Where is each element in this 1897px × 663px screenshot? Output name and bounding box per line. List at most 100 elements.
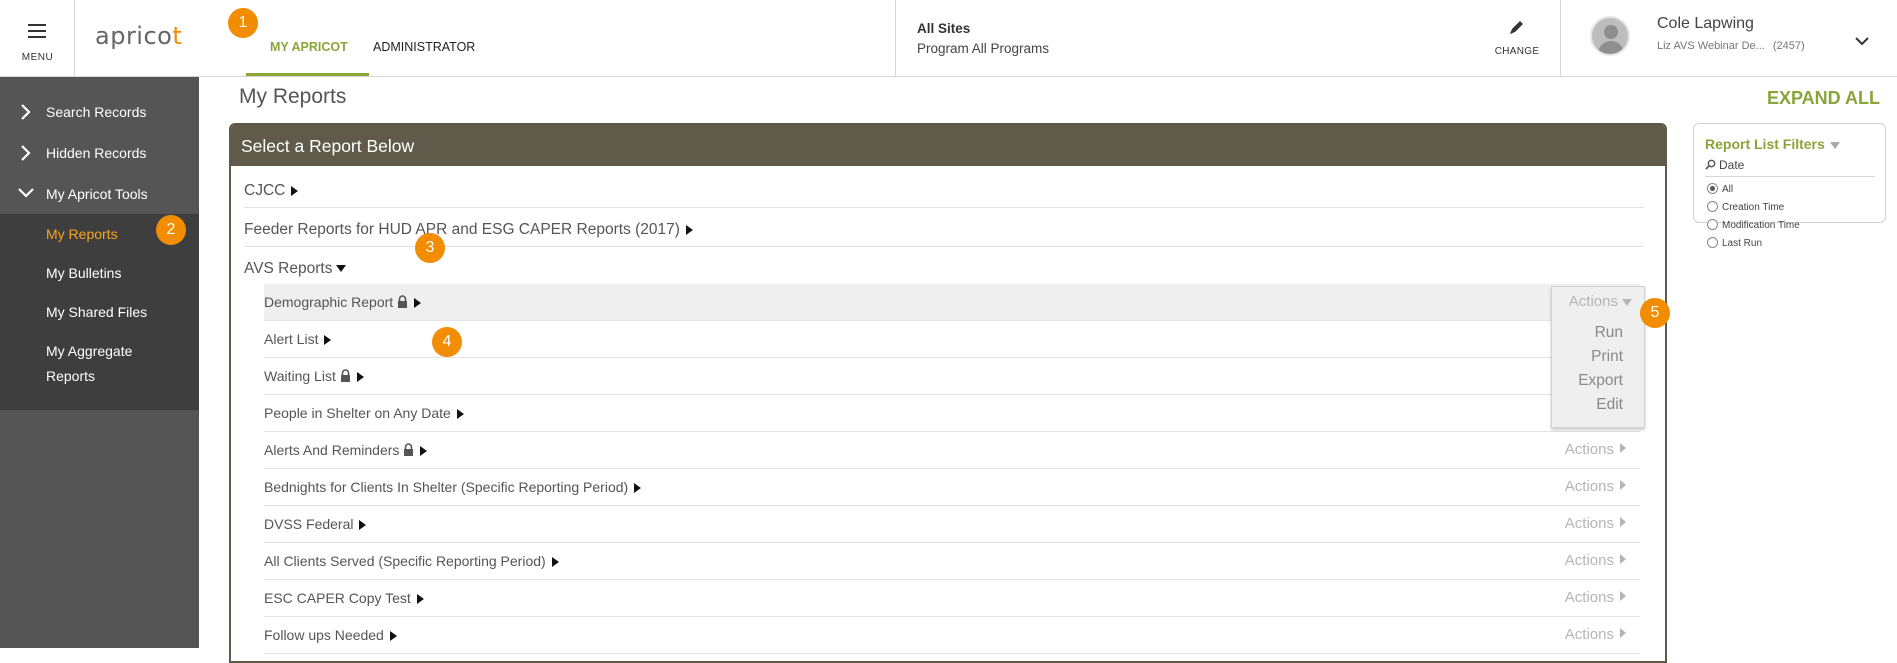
reports-panel: Select a Report Below CJCC Feeder Report… [229, 123, 1667, 663]
report-group-cjcc[interactable]: CJCC [244, 182, 299, 200]
menu-button[interactable]: MENU [0, 0, 75, 76]
change-button[interactable]: CHANGE [1492, 18, 1542, 57]
tab-administrator[interactable]: ADMINISTRATOR [373, 40, 475, 54]
step-badge: 3 [415, 233, 445, 263]
report-link[interactable]: Alerts And Reminders [264, 442, 428, 458]
chevron-right-icon [21, 145, 31, 161]
action-run[interactable]: Run [1595, 324, 1623, 342]
actions-button[interactable]: Actions [1565, 478, 1626, 495]
chevron-right-icon [21, 104, 31, 120]
filter-option-last-run[interactable]: Last Run [1707, 237, 1762, 249]
report-link[interactable]: Alert List [264, 331, 332, 347]
report-group-feeder[interactable]: Feeder Reports for HUD APR and ESG CAPER… [244, 221, 693, 239]
arrow-right-icon [1620, 554, 1626, 564]
sidebar-item-label: My Apricot Tools [46, 186, 148, 202]
actions-button[interactable]: Actions [1565, 515, 1626, 532]
actions-button[interactable]: Actions [1565, 552, 1626, 569]
radio-icon [1707, 237, 1718, 248]
collapse-arrow-icon [336, 265, 347, 273]
chevron-down-icon [1622, 298, 1632, 306]
report-group-avs[interactable]: AVS Reports [244, 260, 347, 278]
step-badge: 4 [432, 327, 462, 357]
filters-title[interactable]: Report List Filters [1705, 136, 1840, 152]
arrow-right-icon [1620, 443, 1626, 453]
sidebar-item-my-bulletins[interactable]: My Bulletins [46, 261, 186, 286]
report-link[interactable]: DVSS Federal [264, 516, 367, 532]
step-badge: 2 [156, 215, 186, 245]
tab-my-apricot[interactable]: MY APRICOT [270, 40, 348, 54]
report-row: DVSS Federal Actions [264, 506, 1640, 543]
report-list-filters: Report List Filters Date All Creation Ti… [1693, 123, 1886, 249]
chevron-down-icon [1829, 141, 1840, 149]
report-row: Waiting List [264, 358, 1640, 395]
pencil-icon [1510, 21, 1523, 34]
filter-field: Date [1705, 158, 1744, 172]
report-link[interactable]: ESC CAPER Copy Test [264, 590, 424, 606]
report-row: Follow ups Needed Actions [264, 617, 1640, 654]
apricot-logo[interactable]: apricot [95, 22, 182, 50]
report-link[interactable]: Demographic Report [264, 294, 422, 310]
actions-button[interactable]: Actions [1565, 441, 1626, 458]
report-row: Bednights for Clients In Shelter (Specif… [264, 469, 1640, 506]
report-row: Alert List [264, 321, 1640, 358]
filter-option-creation-time[interactable]: Creation Time [1707, 201, 1784, 213]
lock-icon [404, 443, 414, 456]
expand-arrow-icon [291, 185, 299, 196]
report-row: Alerts And Reminders Actions [264, 432, 1640, 469]
actions-button[interactable]: Actions [1569, 293, 1632, 310]
panel-title: Select a Report Below [231, 125, 1665, 166]
report-row: Demographic Report [264, 284, 1640, 321]
action-print[interactable]: Print [1591, 348, 1623, 366]
sidebar-item-my-apricot-tools[interactable]: My Apricot Tools [0, 173, 199, 214]
chevron-down-icon [18, 188, 34, 198]
user-name: Cole Lapwing [1657, 15, 1754, 32]
expand-arrow-icon [685, 224, 693, 235]
filter-option-modification-time[interactable]: Modification Time [1707, 219, 1800, 231]
avatar [1590, 16, 1630, 56]
arrow-right-icon [1620, 517, 1626, 527]
report-row: All Clients Served (Specific Reporting P… [264, 543, 1640, 580]
report-row: People in Shelter on Any Date [264, 395, 1640, 432]
actions-button[interactable]: Actions [1565, 626, 1626, 643]
sidebar-item-my-aggregate-reports[interactable]: My Aggregate Reports [46, 339, 156, 389]
sidebar-item-hidden-records[interactable]: Hidden Records [0, 132, 199, 173]
step-badge: 1 [228, 8, 258, 38]
report-link[interactable]: Follow ups Needed [264, 627, 397, 643]
arrow-right-icon [1620, 480, 1626, 490]
action-edit[interactable]: Edit [1596, 396, 1623, 414]
menu-label: MENU [21, 52, 54, 63]
expand-all-button[interactable]: EXPAND ALL [1767, 88, 1880, 109]
site-title: All Sites [917, 21, 971, 36]
actions-dropdown: Actions Run Print Export Edit [1551, 286, 1645, 428]
sidebar: Search Records Hidden Records My Apricot… [0, 77, 199, 648]
top-bar: MENU apricot MY APRICOT ADMINISTRATOR Al… [0, 0, 1897, 77]
sidebar-item-my-shared-files[interactable]: My Shared Files [46, 300, 186, 325]
page-title: My Reports [239, 85, 347, 108]
user-menu[interactable]: Cole Lapwing Liz AVS Webinar De... (2457) [1562, 0, 1897, 76]
report-link[interactable]: People in Shelter on Any Date [264, 405, 464, 421]
step-badge: 5 [1640, 298, 1670, 328]
active-tab-indicator [246, 73, 369, 76]
action-export[interactable]: Export [1578, 372, 1623, 390]
lock-icon [398, 295, 408, 308]
report-link[interactable]: All Clients Served (Specific Reporting P… [264, 553, 559, 569]
radio-selected-icon [1707, 183, 1718, 194]
change-label: CHANGE [1494, 46, 1540, 57]
actions-button[interactable]: Actions [1565, 589, 1626, 606]
site-program-selector: All Sites Program All Programs CHANGE [895, 0, 1561, 76]
report-link[interactable]: Waiting List [264, 368, 364, 384]
report-link[interactable]: Bednights for Clients In Shelter (Specif… [264, 479, 642, 495]
sidebar-item-label: Search Records [46, 104, 147, 120]
hamburger-icon [28, 24, 46, 42]
arrow-right-icon [1620, 628, 1626, 638]
chevron-down-icon[interactable] [1855, 36, 1869, 46]
radio-icon [1707, 219, 1718, 230]
radio-icon [1707, 201, 1718, 212]
user-org: Liz AVS Webinar De... (2457) [1657, 40, 1805, 52]
program-label: Program All Programs [917, 41, 1050, 56]
sidebar-item-search-records[interactable]: Search Records [0, 91, 199, 132]
report-row: ESC CAPER Copy Test Actions [264, 580, 1640, 617]
arrow-right-icon [1620, 591, 1626, 601]
filter-option-all[interactable]: All [1707, 183, 1733, 195]
lock-icon [340, 369, 350, 382]
